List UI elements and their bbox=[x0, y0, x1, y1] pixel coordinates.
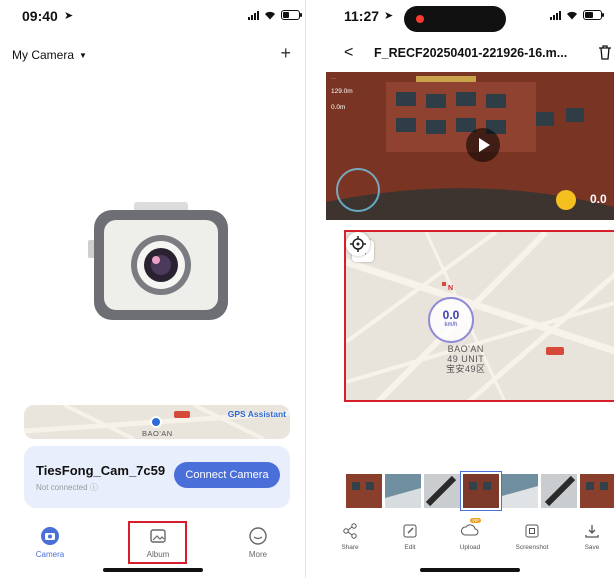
map-preview[interactable]: GPS Assistant BAO'AN bbox=[24, 405, 290, 439]
tab-label: Camera bbox=[35, 550, 65, 559]
status-time: 11:27 bbox=[344, 8, 380, 24]
play-button[interactable] bbox=[466, 128, 500, 162]
tab-more[interactable]: More bbox=[228, 526, 288, 559]
place-line: 49 UNIT bbox=[447, 354, 485, 364]
action-label: Screenshot bbox=[515, 544, 549, 551]
device-name: TiesFong_Cam_7c59 bbox=[36, 463, 166, 478]
status-bar: 09:40 ➤ bbox=[0, 0, 305, 32]
connection-status: Not connected ⓘ bbox=[36, 483, 98, 492]
more-tab-icon bbox=[249, 527, 267, 545]
thumbnail[interactable] bbox=[346, 474, 382, 508]
status-bar: 11:27 ➤ bbox=[326, 0, 614, 32]
dynamic-island bbox=[404, 6, 506, 32]
camera-tab-icon bbox=[41, 527, 59, 545]
save-button[interactable]: Save bbox=[570, 522, 614, 551]
location-arrow-icon: ➤ bbox=[384, 10, 394, 22]
thumbnail-strip[interactable] bbox=[346, 472, 614, 510]
thumbnail-selected[interactable] bbox=[461, 472, 501, 510]
camera-selector-label: My Camera bbox=[12, 48, 75, 62]
speed-indicator: 0.0 km/h bbox=[428, 297, 474, 343]
map-panel[interactable]: × N 0.0 km/h BAO'AN 49 UNIT 宝安49区 bbox=[344, 230, 614, 402]
video-player[interactable]: ⋯ 129.0m 0.0m 0.0 bbox=[326, 72, 614, 220]
camera-illustration bbox=[88, 202, 228, 320]
camera-selector[interactable]: My Camera ▼ bbox=[12, 48, 87, 62]
place-line: 宝安49区 bbox=[446, 364, 486, 374]
tab-label: More bbox=[248, 550, 268, 559]
overlay-caption: ⋯ bbox=[331, 76, 336, 82]
speed-unit: km/h bbox=[444, 322, 458, 328]
thumbnail[interactable] bbox=[541, 474, 577, 508]
save-icon bbox=[585, 525, 599, 538]
home-indicator bbox=[420, 568, 520, 572]
screenshot-button[interactable]: Screenshot bbox=[510, 522, 554, 551]
wifi-icon bbox=[567, 11, 577, 19]
action-label: Save bbox=[584, 544, 600, 551]
vip-badge: VIP bbox=[470, 518, 482, 523]
action-label: Share bbox=[341, 544, 359, 551]
battery-icon bbox=[281, 10, 302, 20]
signal-icon bbox=[550, 10, 561, 20]
gps-assistant-link[interactable]: GPS Assistant bbox=[228, 409, 286, 419]
overlay-distance: 0.0m bbox=[331, 104, 346, 111]
upload-button[interactable]: VIP Upload bbox=[448, 518, 492, 551]
battery-icon bbox=[583, 10, 604, 20]
north-indicator: N bbox=[448, 285, 454, 292]
speed-value: 0.0 bbox=[442, 308, 460, 322]
share-icon bbox=[343, 523, 357, 539]
thumbnail[interactable] bbox=[424, 474, 460, 508]
phone-screen-video-detail: 11:27 ➤ < F_RECF20250401-221926-16.m... … bbox=[326, 0, 614, 578]
overlay-speed: 0.0 bbox=[590, 192, 607, 206]
edit-icon bbox=[403, 524, 417, 538]
location-arrow-icon: ➤ bbox=[64, 10, 74, 22]
wifi-icon bbox=[265, 11, 275, 19]
thumbnail[interactable] bbox=[385, 474, 421, 508]
screenshot-icon bbox=[525, 524, 539, 538]
status-icons bbox=[248, 10, 302, 20]
action-label: Edit bbox=[404, 544, 416, 551]
map-place-label: BAO'AN 49 UNIT 宝安49区 bbox=[446, 344, 486, 374]
place-line: BAO'AN bbox=[447, 344, 484, 354]
device-card: TiesFong_Cam_7c59 Not connected ⓘ Connec… bbox=[24, 446, 290, 508]
locate-icon[interactable] bbox=[346, 232, 370, 256]
thumbnail[interactable] bbox=[502, 474, 538, 508]
status-time: 09:40 bbox=[22, 8, 58, 24]
tab-camera[interactable]: Camera bbox=[20, 526, 80, 559]
connect-camera-button[interactable]: Connect Camera bbox=[174, 462, 280, 488]
caret-down-icon: ▼ bbox=[79, 50, 87, 60]
album-highlight-box bbox=[128, 521, 187, 564]
speed-chip-icon bbox=[556, 190, 576, 210]
recording-dot-icon bbox=[416, 15, 424, 23]
edit-button[interactable]: Edit bbox=[388, 522, 432, 551]
upload-icon bbox=[461, 524, 479, 536]
overlay-altitude: 129.0m bbox=[331, 88, 353, 95]
back-icon[interactable]: < bbox=[344, 44, 353, 62]
thumbnail[interactable] bbox=[580, 474, 614, 508]
trash-icon[interactable] bbox=[598, 45, 612, 60]
map-roads bbox=[346, 232, 614, 400]
action-label: Upload bbox=[459, 544, 481, 551]
signal-icon bbox=[248, 10, 259, 20]
file-title: F_RECF20250401-221926-16.m... bbox=[374, 46, 568, 60]
share-button[interactable]: Share bbox=[328, 522, 372, 551]
add-icon[interactable]: + bbox=[280, 44, 291, 62]
video-compass-dial bbox=[336, 168, 380, 212]
map-place-label: BAO'AN bbox=[142, 429, 173, 438]
phone-screen-camera-home: 09:40 ➤ My Camera ▼ + GPS Assistant BAO'… bbox=[0, 0, 306, 578]
status-icons bbox=[550, 10, 604, 20]
home-indicator bbox=[103, 568, 203, 572]
